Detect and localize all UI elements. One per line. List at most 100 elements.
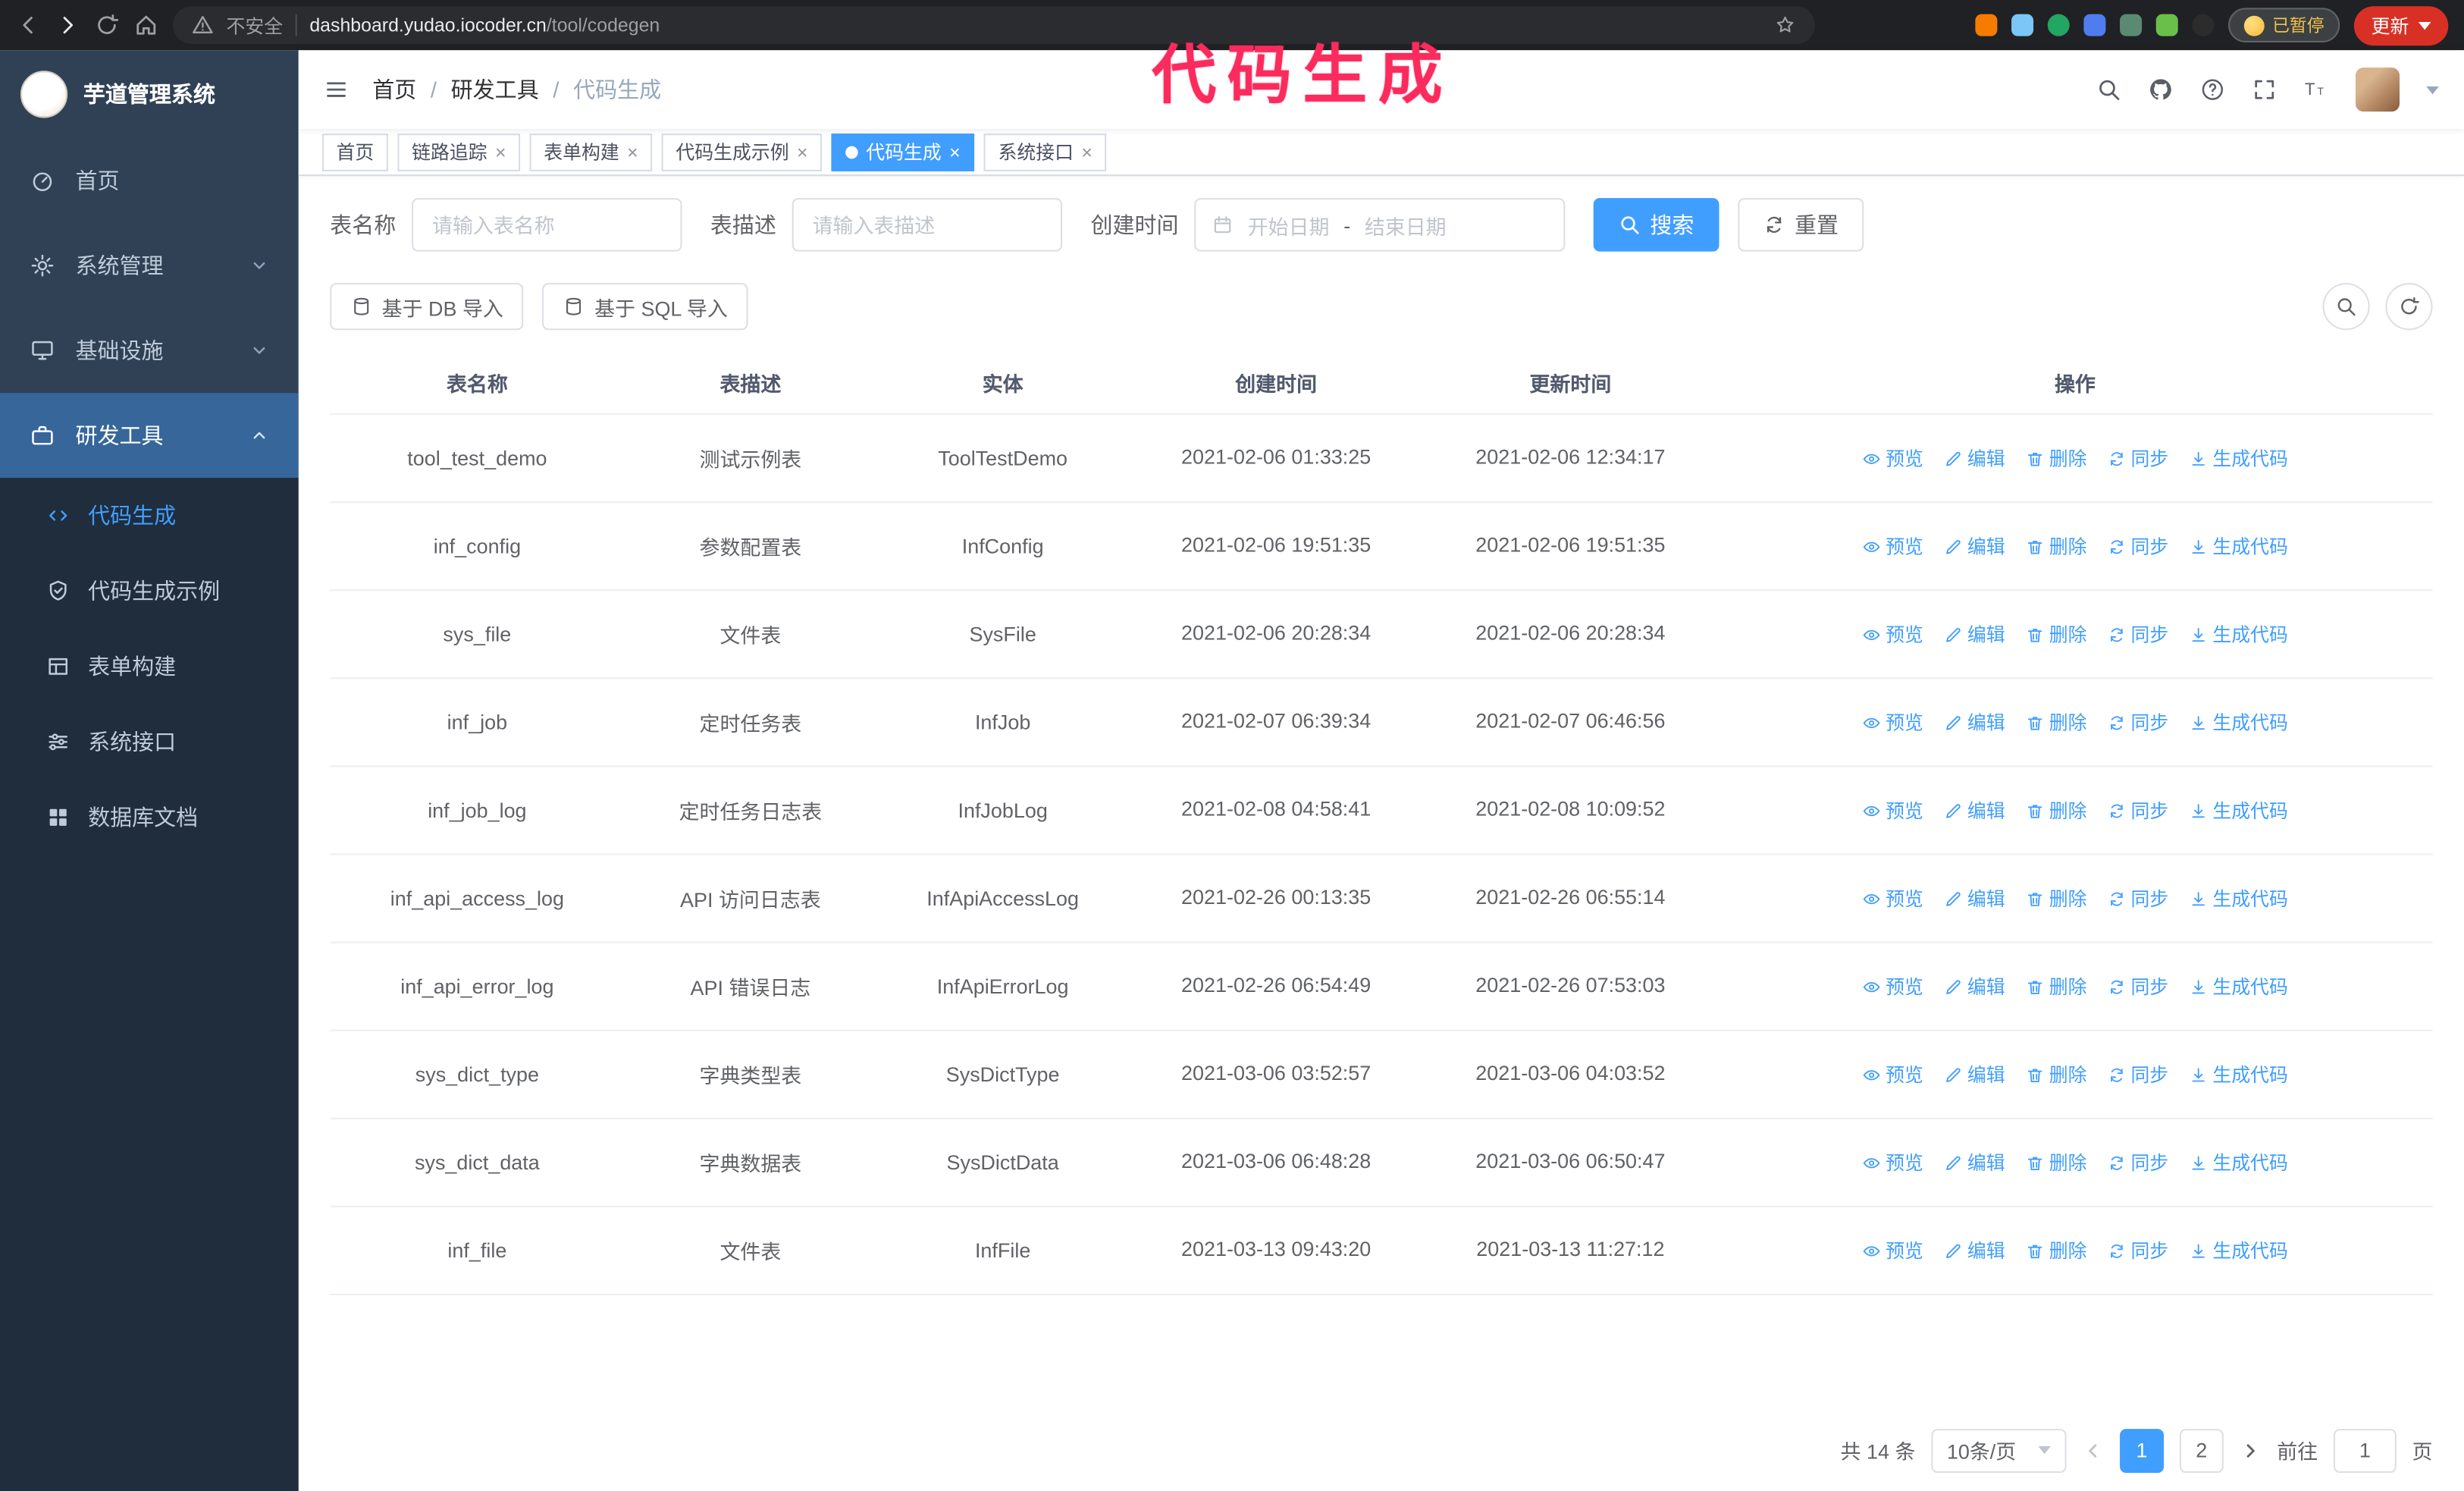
table-name-input[interactable]	[412, 198, 682, 252]
close-icon[interactable]: ×	[949, 143, 961, 162]
close-icon[interactable]: ×	[627, 143, 638, 162]
address-bar[interactable]: 不安全 dashboard.yudao.iocoder.cn/tool/code…	[172, 6, 1815, 45]
generate-code-link[interactable]: 生成代码	[2189, 885, 2288, 912]
generate-code-link[interactable]: 生成代码	[2189, 1061, 2288, 1088]
sync-link[interactable]: 同步	[2107, 1061, 2168, 1088]
preview-link[interactable]: 预览	[1862, 973, 1923, 1000]
tab-tracing[interactable]: 链路追踪 ×	[397, 133, 521, 171]
toggle-search-button[interactable]	[2322, 283, 2370, 331]
extension-icon[interactable]	[2011, 14, 2034, 36]
breadcrumb-home[interactable]: 首页	[372, 74, 416, 105]
search-button[interactable]: 搜索	[1593, 198, 1719, 252]
github-icon[interactable]	[2148, 77, 2173, 102]
generate-code-link[interactable]: 生成代码	[2189, 1149, 2288, 1176]
prev-page-button[interactable]	[2082, 1439, 2104, 1461]
import-db-button[interactable]: 基于 DB 导入	[330, 283, 524, 331]
preview-link[interactable]: 预览	[1862, 797, 1923, 824]
delete-link[interactable]: 删除	[2026, 709, 2087, 736]
delete-link[interactable]: 删除	[2026, 1149, 2087, 1176]
preview-link[interactable]: 预览	[1862, 621, 1923, 648]
generate-code-link[interactable]: 生成代码	[2189, 1237, 2288, 1263]
chevron-down-icon[interactable]	[2426, 85, 2439, 94]
generate-code-link[interactable]: 生成代码	[2189, 621, 2288, 648]
sync-link[interactable]: 同步	[2107, 1149, 2168, 1176]
browser-home-icon[interactable]	[133, 13, 158, 38]
delete-link[interactable]: 删除	[2026, 445, 2087, 472]
preview-link[interactable]: 预览	[1862, 1149, 1923, 1176]
sync-link[interactable]: 同步	[2107, 445, 2168, 472]
breadcrumb-devtools[interactable]: 研发工具	[451, 74, 539, 105]
extension-icon[interactable]	[2120, 14, 2143, 36]
edit-link[interactable]: 编辑	[1944, 621, 2005, 648]
sidebar-item-system[interactable]: 系统管理	[0, 223, 299, 308]
generate-code-link[interactable]: 生成代码	[2189, 445, 2288, 472]
tab-home[interactable]: 首页	[321, 133, 388, 171]
sidebar-item-codegen[interactable]: 代码生成	[0, 478, 299, 553]
edit-link[interactable]: 编辑	[1944, 973, 2005, 1000]
edit-link[interactable]: 编辑	[1944, 445, 2005, 472]
sidebar-item-devtools[interactable]: 研发工具	[0, 393, 299, 479]
extension-icon[interactable]	[1975, 14, 1998, 36]
delete-link[interactable]: 删除	[2026, 1061, 2087, 1088]
user-avatar[interactable]	[2355, 67, 2400, 112]
generate-code-link[interactable]: 生成代码	[2189, 533, 2288, 560]
delete-link[interactable]: 删除	[2026, 797, 2087, 824]
browser-back-icon[interactable]	[16, 13, 41, 38]
edit-link[interactable]: 编辑	[1944, 1149, 2005, 1176]
delete-link[interactable]: 删除	[2026, 533, 2087, 560]
page-button-1[interactable]: 1	[2120, 1428, 2165, 1473]
import-sql-button[interactable]: 基于 SQL 导入	[542, 283, 748, 331]
preview-link[interactable]: 预览	[1862, 445, 1923, 472]
sidebar-item-db-docs[interactable]: 数据库文档	[0, 780, 299, 855]
sidebar-item-codegen-example[interactable]: 代码生成示例	[0, 554, 299, 629]
table-desc-input[interactable]	[792, 198, 1063, 252]
sidebar-item-system-api[interactable]: 系统接口	[0, 705, 299, 780]
browser-forward-icon[interactable]	[55, 13, 80, 38]
sidebar-item-infra[interactable]: 基础设施	[0, 308, 299, 393]
delete-link[interactable]: 删除	[2026, 885, 2087, 912]
next-page-button[interactable]	[2240, 1439, 2262, 1461]
refresh-button[interactable]	[2385, 283, 2433, 331]
delete-link[interactable]: 删除	[2026, 1237, 2087, 1263]
sidebar-item-home[interactable]: 首页	[0, 138, 299, 223]
close-icon[interactable]: ×	[495, 143, 506, 162]
paused-badge[interactable]: 已暂停	[2228, 8, 2340, 42]
goto-page-input[interactable]	[2333, 1428, 2397, 1473]
browser-reload-icon[interactable]	[94, 13, 119, 38]
font-size-icon[interactable]: TT	[2304, 77, 2329, 102]
edit-link[interactable]: 编辑	[1944, 709, 2005, 736]
tab-system-api[interactable]: 系统接口 ×	[983, 133, 1107, 171]
bookmark-star-icon[interactable]	[1774, 14, 1796, 36]
close-icon[interactable]: ×	[797, 143, 808, 162]
sidebar-item-form-builder[interactable]: 表单构建	[0, 629, 299, 704]
generate-code-link[interactable]: 生成代码	[2189, 797, 2288, 824]
edit-link[interactable]: 编辑	[1944, 885, 2005, 912]
preview-link[interactable]: 预览	[1862, 709, 1923, 736]
sync-link[interactable]: 同步	[2107, 885, 2168, 912]
date-range-picker[interactable]: 开始日期 - 结束日期	[1194, 198, 1566, 252]
extension-icon[interactable]	[2155, 14, 2178, 36]
extension-icon[interactable]	[2047, 14, 2070, 36]
preview-link[interactable]: 预览	[1862, 533, 1923, 560]
app-logo[interactable]: 芋道管理系统	[0, 50, 299, 138]
security-warning-icon[interactable]	[192, 14, 214, 36]
reset-button[interactable]: 重置	[1738, 198, 1864, 252]
tab-form-builder[interactable]: 表单构建 ×	[529, 133, 653, 171]
page-button-2[interactable]: 2	[2179, 1428, 2224, 1473]
extension-icon[interactable]	[2192, 14, 2215, 36]
sync-link[interactable]: 同步	[2107, 1237, 2168, 1263]
tab-codegen-example[interactable]: 代码生成示例 ×	[661, 133, 823, 171]
edit-link[interactable]: 编辑	[1944, 797, 2005, 824]
edit-link[interactable]: 编辑	[1944, 1061, 2005, 1088]
generate-code-link[interactable]: 生成代码	[2189, 709, 2288, 736]
sync-link[interactable]: 同步	[2107, 973, 2168, 1000]
preview-link[interactable]: 预览	[1862, 1061, 1923, 1088]
help-icon[interactable]	[2200, 77, 2225, 102]
preview-link[interactable]: 预览	[1862, 885, 1923, 912]
delete-link[interactable]: 删除	[2026, 973, 2087, 1000]
close-icon[interactable]: ×	[1081, 143, 1092, 162]
update-button[interactable]: 更新	[2353, 5, 2449, 46]
preview-link[interactable]: 预览	[1862, 1237, 1923, 1263]
sync-link[interactable]: 同步	[2107, 709, 2168, 736]
fullscreen-icon[interactable]	[2252, 77, 2277, 102]
